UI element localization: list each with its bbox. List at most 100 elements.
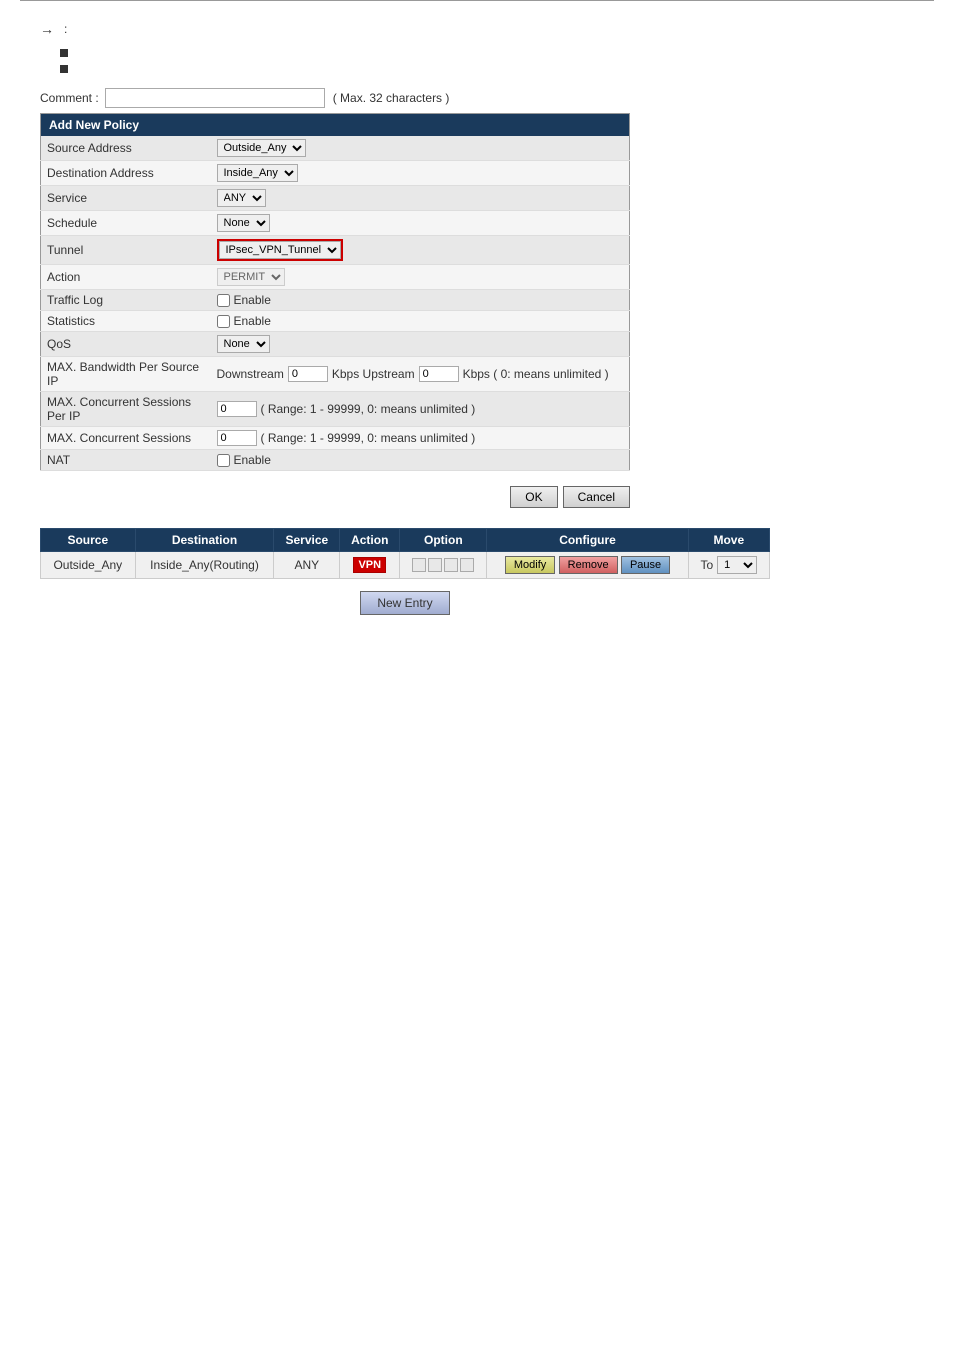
policy-list-table: Source Destination Service Action Option…	[40, 528, 770, 579]
max-sessions-label: MAX. Concurrent Sessions	[41, 427, 211, 450]
row-move: To 1	[688, 552, 769, 579]
kbps-upstream-label: Kbps Upstream	[332, 367, 415, 381]
qos-row: QoS None	[41, 332, 630, 357]
max-sessions-row: MAX. Concurrent Sessions ( Range: 1 - 99…	[41, 427, 630, 450]
schedule-label: Schedule	[41, 211, 211, 236]
traffic-log-value: Enable	[211, 290, 630, 311]
tunnel-label: Tunnel	[41, 236, 211, 265]
list-header-service: Service	[274, 529, 340, 552]
traffic-log-checkbox[interactable]	[217, 294, 230, 307]
row-configure: Modify Remove Pause	[487, 552, 688, 579]
table-row: Outside_Any Inside_Any(Routing) ANY VPN …	[41, 552, 770, 579]
destination-address-select[interactable]: Inside_Any	[217, 164, 298, 182]
service-select[interactable]: ANY	[217, 189, 266, 207]
max-sessions-value: ( Range: 1 - 99999, 0: means unlimited )	[211, 427, 630, 450]
bullet-icon-2	[60, 65, 68, 73]
action-value: PERMIT	[211, 265, 630, 290]
modify-button[interactable]: Modify	[505, 556, 555, 574]
arrow-icon: →	[40, 21, 54, 37]
bullet-icon-1	[60, 49, 68, 57]
option-box-3	[444, 558, 458, 572]
schedule-row: Schedule None	[41, 211, 630, 236]
statistics-label: Statistics	[41, 311, 211, 332]
sessions-per-ip-input[interactable]	[217, 401, 257, 417]
destination-address-label: Destination Address	[41, 161, 211, 186]
comment-hint: ( Max. 32 characters )	[333, 91, 450, 105]
list-header-action: Action	[340, 529, 400, 552]
form-header-row: Add New Policy	[41, 114, 630, 137]
list-header-row: Source Destination Service Action Option…	[41, 529, 770, 552]
max-sessions-per-ip-value: ( Range: 1 - 99999, 0: means unlimited )	[211, 392, 630, 427]
statistics-enable-text: Enable	[234, 314, 271, 328]
nat-value: Enable	[211, 450, 630, 471]
ok-button[interactable]: OK	[510, 486, 557, 508]
nat-row: NAT Enable	[41, 450, 630, 471]
statistics-checkbox[interactable]	[217, 315, 230, 328]
max-sessions-per-ip-label: MAX. Concurrent Sessions Per IP	[41, 392, 211, 427]
sessions-per-ip-hint: ( Range: 1 - 99999, 0: means unlimited )	[261, 402, 476, 416]
nat-label: NAT	[41, 450, 211, 471]
tunnel-select-wrapper: IPsec_VPN_Tunnel	[217, 239, 343, 261]
destination-address-row: Destination Address Inside_Any	[41, 161, 630, 186]
list-header-source: Source	[41, 529, 136, 552]
new-entry-button[interactable]: New Entry	[360, 591, 449, 615]
option-box-1	[412, 558, 426, 572]
upstream-input[interactable]	[419, 366, 459, 382]
nat-checkbox[interactable]	[217, 454, 230, 467]
traffic-log-row: Traffic Log Enable	[41, 290, 630, 311]
tunnel-value: IPsec_VPN_Tunnel	[211, 236, 630, 265]
schedule-value: None	[211, 211, 630, 236]
list-header-option: Option	[400, 529, 487, 552]
option-box-2	[428, 558, 442, 572]
comment-input[interactable]	[105, 88, 325, 108]
sessions-input[interactable]	[217, 430, 257, 446]
nat-enable-text: Enable	[234, 453, 271, 467]
move-select[interactable]: 1	[717, 556, 757, 574]
qos-select[interactable]: None	[217, 335, 270, 353]
row-service: ANY	[274, 552, 340, 579]
source-address-value: Outside_Any	[211, 136, 630, 161]
list-header-move: Move	[688, 529, 769, 552]
row-source: Outside_Any	[41, 552, 136, 579]
destination-address-value: Inside_Any	[211, 161, 630, 186]
cancel-button[interactable]: Cancel	[563, 486, 630, 508]
service-value: ANY	[211, 186, 630, 211]
sessions-hint: ( Range: 1 - 99999, 0: means unlimited )	[261, 431, 476, 445]
option-box-4	[460, 558, 474, 572]
remove-button[interactable]: Remove	[559, 556, 618, 574]
action-row: Action PERMIT	[41, 265, 630, 290]
tunnel-row: Tunnel IPsec_VPN_Tunnel	[41, 236, 630, 265]
max-bandwidth-label: MAX. Bandwidth Per Source IP	[41, 357, 211, 392]
ok-cancel-area: OK Cancel	[40, 486, 630, 508]
colon-separator: :	[64, 22, 67, 36]
source-address-select[interactable]: Outside_Any	[217, 139, 306, 157]
row-option	[400, 552, 487, 579]
downstream-label: Downstream	[217, 367, 284, 381]
action-select[interactable]: PERMIT	[217, 268, 285, 286]
source-address-label: Source Address	[41, 136, 211, 161]
form-header-title: Add New Policy	[41, 114, 630, 137]
row-destination: Inside_Any(Routing)	[135, 552, 274, 579]
schedule-select[interactable]: None	[217, 214, 270, 232]
max-sessions-per-ip-row: MAX. Concurrent Sessions Per IP ( Range:…	[41, 392, 630, 427]
traffic-log-label: Traffic Log	[41, 290, 211, 311]
list-header-configure: Configure	[487, 529, 688, 552]
new-entry-area: New Entry	[40, 591, 770, 615]
pause-button[interactable]: Pause	[621, 556, 670, 574]
tunnel-select[interactable]: IPsec_VPN_Tunnel	[219, 241, 341, 259]
source-address-row: Source Address Outside_Any	[41, 136, 630, 161]
row-action: VPN	[340, 552, 400, 579]
max-bandwidth-value: Downstream Kbps Upstream Kbps ( 0: means…	[211, 357, 630, 392]
qos-value: None	[211, 332, 630, 357]
action-label: Action	[41, 265, 211, 290]
comment-label: Comment :	[40, 91, 99, 105]
downstream-input[interactable]	[288, 366, 328, 382]
statistics-row: Statistics Enable	[41, 311, 630, 332]
list-header-destination: Destination	[135, 529, 274, 552]
statistics-value: Enable	[211, 311, 630, 332]
max-bandwidth-row: MAX. Bandwidth Per Source IP Downstream …	[41, 357, 630, 392]
vpn-badge: VPN	[353, 557, 386, 573]
qos-label: QoS	[41, 332, 211, 357]
traffic-log-enable-text: Enable	[234, 293, 271, 307]
add-new-policy-form: Add New Policy Source Address Outside_An…	[40, 113, 630, 471]
